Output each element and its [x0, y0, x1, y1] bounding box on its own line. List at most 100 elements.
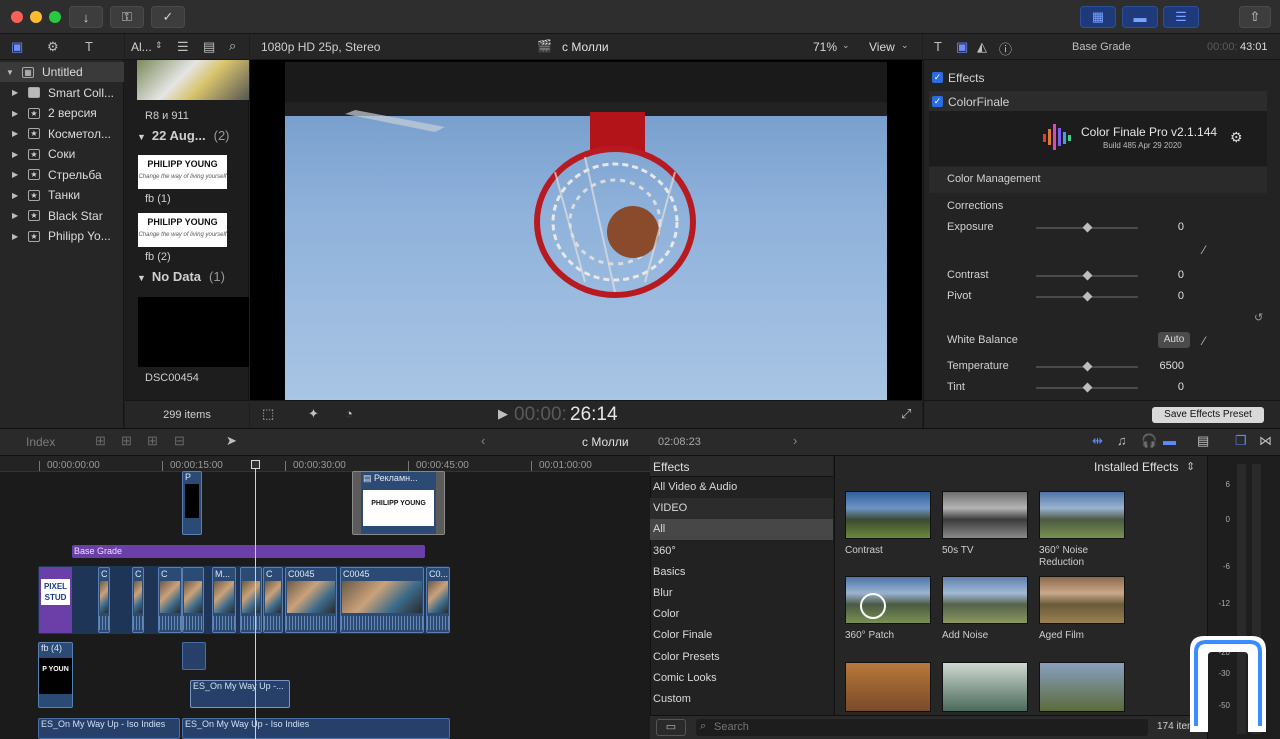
connected-clip[interactable]: P — [182, 471, 202, 535]
storyline-clip[interactable]: C — [98, 567, 110, 633]
show-browser-button[interactable]: ▦ — [1080, 6, 1116, 28]
effect-thumbnail[interactable] — [845, 491, 931, 539]
skimming-icon[interactable]: ⇹ — [1092, 433, 1103, 449]
effect-thumbnail[interactable] — [1039, 491, 1125, 539]
eyedropper-icon[interactable]: ⁄ — [1203, 243, 1205, 257]
disclosure-right-icon[interactable]: ▶ — [12, 88, 22, 97]
intro-clip[interactable]: PIXEL STUD — [39, 567, 72, 633]
effect-thumbnail[interactable] — [942, 662, 1028, 712]
effects-search-field[interactable]: ⌕ — [696, 719, 1148, 736]
transitions-browser-icon[interactable]: ⋈ — [1259, 433, 1272, 449]
clip-appearance-icon[interactable]: ☰ — [177, 39, 189, 55]
effects-category-item[interactable]: All Video & Audio — [650, 477, 833, 498]
insert-clip-icon[interactable]: ⊞ — [121, 433, 132, 449]
disclosure-right-icon[interactable]: ▶ — [12, 170, 22, 179]
adjustment-layer-clip[interactable]: Base Grade — [72, 545, 425, 558]
param-value[interactable]: 0 — [1150, 269, 1184, 281]
connect-clip-icon[interactable]: ⊞ — [95, 433, 106, 449]
save-effects-preset-button[interactable]: Save Effects Preset — [1152, 407, 1264, 423]
effects-category-item[interactable]: Blur — [650, 583, 833, 604]
auto-button[interactable]: Auto — [1158, 332, 1190, 348]
storyline-clip[interactable]: C0045 — [285, 567, 337, 633]
library-item[interactable]: ▼ ▦ Untitled — [0, 62, 124, 82]
sidebar-toggle-button[interactable]: ▭ — [656, 719, 686, 736]
title-inspector-icon[interactable]: T — [934, 39, 942, 54]
param-value[interactable]: 6500 — [1150, 360, 1184, 372]
filmstrip-icon[interactable]: ▤ — [203, 39, 215, 55]
info-icon[interactable]: ⓘ — [999, 39, 1012, 58]
effect-thumbnail[interactable] — [942, 576, 1028, 624]
param-slider[interactable] — [1036, 270, 1138, 281]
storyline-clip[interactable]: M... — [212, 567, 236, 633]
library-item[interactable]: ▶ ★ Philipp Yo... — [0, 226, 124, 246]
index-button[interactable]: Index — [26, 435, 55, 449]
effects-search-input[interactable] — [714, 720, 1134, 734]
select-tool-icon[interactable]: ➤ — [226, 433, 237, 449]
show-timeline-button[interactable]: ▬ — [1122, 6, 1158, 28]
titles-generators-icon[interactable]: T — [85, 39, 93, 54]
param-slider[interactable] — [1036, 291, 1138, 302]
fb-clip[interactable]: fb (4) P YOUN — [38, 642, 73, 708]
audio-clip[interactable]: ES_On My Way Up -... — [190, 680, 290, 708]
keywords-button[interactable]: ⚿ — [110, 6, 144, 28]
library-item[interactable]: ▶ Smart Coll... — [0, 83, 124, 103]
timeline-project-name[interactable]: с Молли — [582, 435, 629, 449]
disclosure-right-icon[interactable]: ▶ — [12, 109, 22, 118]
libraries-icon[interactable]: ▣ — [11, 39, 23, 55]
minimize-window-button[interactable] — [30, 11, 42, 23]
effects-category-item[interactable]: Basics — [650, 562, 833, 583]
music-clip[interactable]: ES_On My Way Up - Iso Indies — [38, 718, 180, 739]
param-value[interactable]: 0 — [1150, 381, 1184, 393]
audio-clip-small[interactable] — [182, 642, 206, 670]
effects-category-item[interactable]: 360° — [650, 541, 833, 562]
effect-thumbnail[interactable] — [942, 491, 1028, 539]
colorfinale-checkbox[interactable]: ✓ — [932, 96, 943, 107]
param-slider[interactable] — [1036, 382, 1138, 393]
audio-skimming-icon[interactable]: ♫ — [1117, 433, 1127, 448]
append-clip-icon[interactable]: ⊞ — [147, 433, 158, 449]
param-value[interactable]: 0 — [1150, 221, 1184, 233]
connected-title-clip[interactable]: ▤ Рекламн... PHILIPP YOUNG — [352, 471, 445, 535]
video-frame[interactable] — [285, 62, 887, 400]
effects-category-item[interactable]: Color — [650, 604, 833, 625]
storyline-clip[interactable]: C0... — [426, 567, 450, 633]
installed-effects-menu[interactable]: Installed Effects — [1094, 460, 1179, 474]
color-inspector-icon[interactable]: ◭ — [977, 39, 987, 55]
disclosure-right-icon[interactable]: ▶ — [12, 129, 22, 138]
video-inspector-icon[interactable]: ▣ — [956, 39, 968, 55]
effect-thumbnail[interactable] — [845, 662, 931, 712]
group-header[interactable]: ▼ 22 Aug... (2) — [137, 128, 230, 143]
effects-category-item[interactable]: Comic Looks — [650, 668, 833, 689]
library-item[interactable]: ▶ ★ Black Star — [0, 206, 124, 226]
effects-checkbox[interactable]: ✓ — [932, 72, 943, 83]
storyline-clip[interactable]: C — [263, 567, 283, 633]
browser-filter-menu[interactable]: Al... — [131, 40, 152, 54]
retime-icon[interactable]: ◔ — [345, 406, 353, 421]
transform-crop-icon[interactable]: ⬚ — [262, 406, 274, 422]
effect-thumbnail[interactable] — [845, 576, 931, 624]
effects-category-item[interactable]: Color Presets — [650, 647, 833, 668]
storyline-clip[interactable] — [240, 567, 262, 633]
search-icon[interactable]: ⌕ — [229, 38, 236, 54]
storyline-clip[interactable] — [182, 567, 204, 633]
close-window-button[interactable] — [11, 11, 23, 23]
playhead-handle[interactable] — [251, 460, 260, 469]
play-icon[interactable]: ▶ — [498, 406, 508, 422]
chevron-left-icon[interactable]: ‹ — [481, 433, 485, 448]
effects-category-item[interactable]: All — [650, 519, 833, 541]
share-button[interactable]: ⇧ — [1239, 6, 1271, 28]
photos-audio-icon[interactable]: ⚙ — [47, 39, 59, 55]
eyedropper-icon[interactable]: ⁄ — [1203, 334, 1205, 348]
storyline-clip[interactable]: C — [132, 567, 144, 633]
library-item[interactable]: ▶ ★ Соки — [0, 144, 124, 164]
effects-category-item[interactable]: Color Finale — [650, 625, 833, 646]
effects-browser-icon[interactable]: ❐ — [1235, 433, 1247, 449]
library-item[interactable]: ▶ ★ Косметол... — [0, 124, 124, 144]
effects-category-item[interactable]: Custom — [650, 689, 833, 710]
clip-appearance-icon[interactable]: ▤ — [1197, 433, 1209, 449]
fullscreen-icon[interactable]: ⤢ — [901, 406, 911, 422]
clip-thumbnail-fb1[interactable]: PHILIPP YOUNG Change the way of living yo… — [138, 155, 227, 189]
disclosure-right-icon[interactable]: ▶ — [12, 150, 22, 159]
effect-thumbnail[interactable] — [1039, 576, 1125, 624]
reset-icon[interactable]: ↺ — [1254, 311, 1263, 324]
